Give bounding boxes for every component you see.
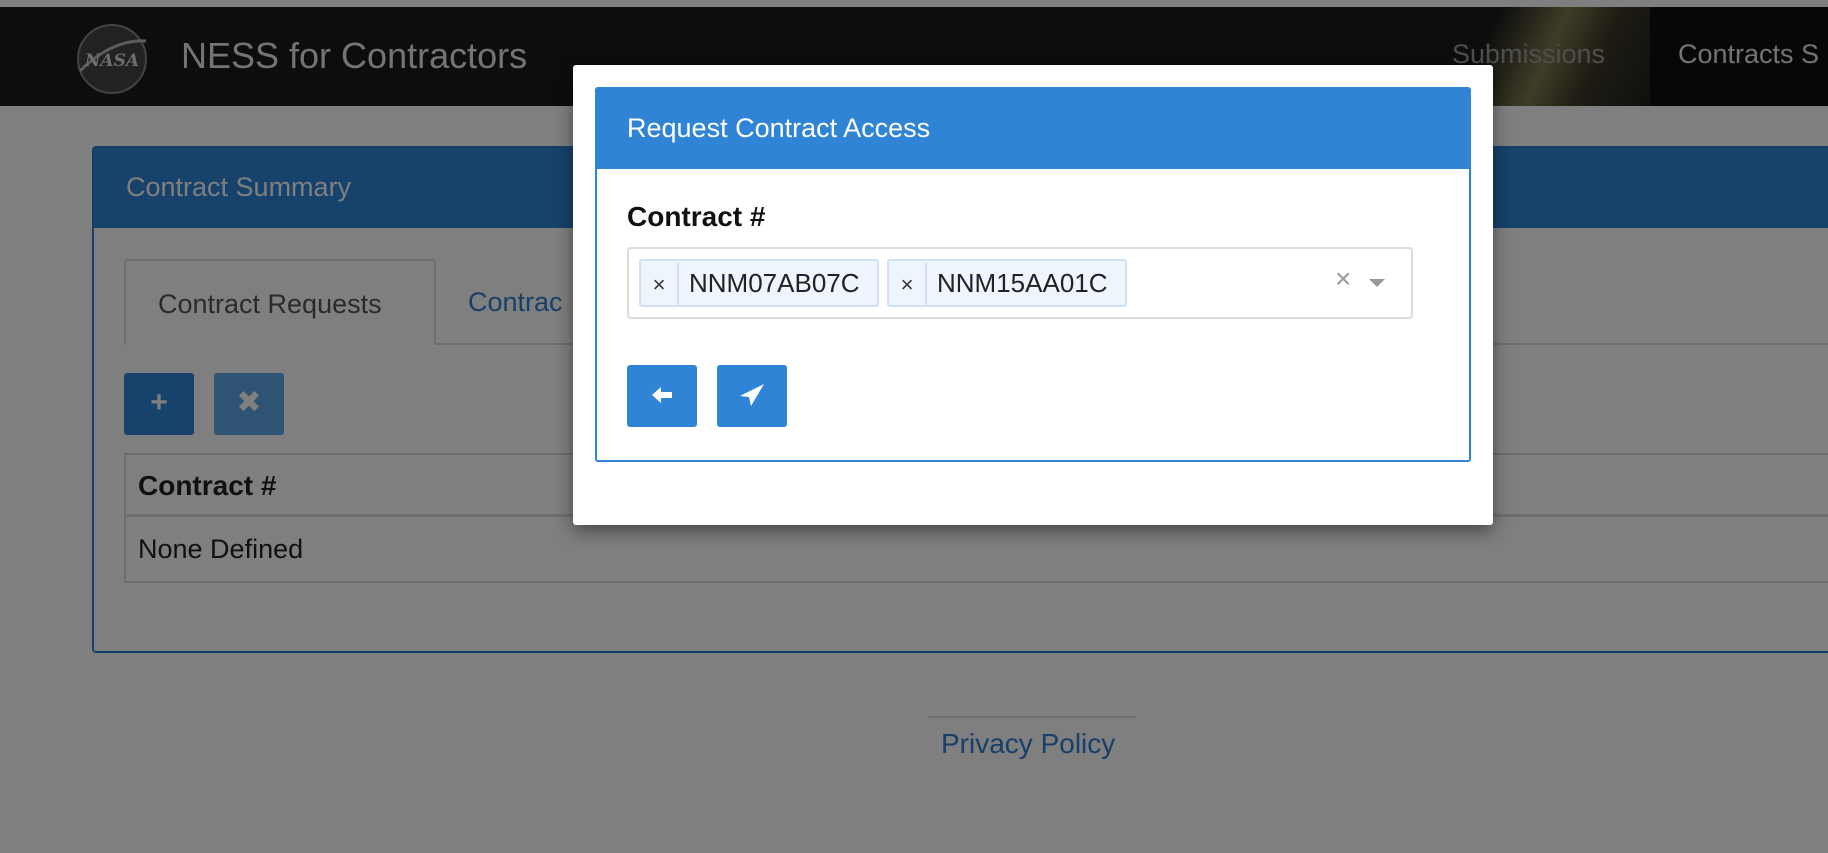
paper-plane-icon	[740, 384, 764, 406]
modal-title: Request Contract Access	[597, 89, 1469, 169]
selected-tag: × NNM07AB07C	[639, 259, 879, 307]
send-request-button[interactable]	[717, 365, 787, 427]
modal-panel: Request Contract Access Contract # × NNM0…	[595, 87, 1471, 462]
tag-label: NNM07AB07C	[689, 268, 860, 298]
tag-label: NNM15AA01C	[937, 268, 1108, 298]
clear-selection-icon[interactable]: ×	[1335, 263, 1351, 295]
contract-field-label: Contract #	[627, 201, 766, 232]
tag-remove-button[interactable]: ×	[641, 263, 679, 307]
selected-tag: × NNM15AA01C	[887, 259, 1127, 307]
tag-remove-button[interactable]: ×	[889, 263, 927, 307]
request-access-modal: Request Contract Access Contract # × NNM0…	[573, 65, 1493, 525]
back-button[interactable]	[627, 365, 697, 427]
contract-multiselect[interactable]: × NNM07AB07C × NNM15AA01C ×	[627, 247, 1413, 319]
chevron-down-icon[interactable]	[1369, 279, 1385, 287]
arrow-left-icon	[652, 387, 672, 403]
